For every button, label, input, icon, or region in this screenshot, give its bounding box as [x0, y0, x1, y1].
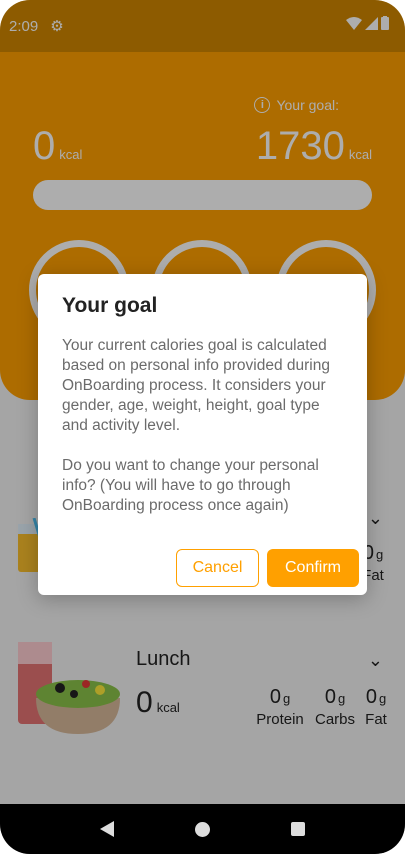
goal-dialog: Your goal Your current calories goal is …: [38, 274, 367, 595]
dialog-body: Your current calories goal is calculated…: [62, 336, 347, 516]
cancel-button[interactable]: Cancel: [176, 549, 259, 587]
back-icon[interactable]: [100, 821, 115, 837]
recent-apps-icon[interactable]: [290, 822, 305, 836]
dialog-paragraph-2: Do you want to change your personal info…: [62, 457, 319, 514]
home-icon[interactable]: [194, 821, 210, 837]
confirm-button[interactable]: Confirm: [267, 549, 359, 587]
dialog-title: Your goal: [62, 294, 158, 317]
app-screen: 2:09 ⚙ 0 kcal i Your goal: 1730 kcal ⌄ 0g: [0, 0, 405, 854]
dialog-paragraph-1: Your current calories goal is calculated…: [62, 337, 330, 434]
system-nav-bar: [0, 804, 405, 854]
